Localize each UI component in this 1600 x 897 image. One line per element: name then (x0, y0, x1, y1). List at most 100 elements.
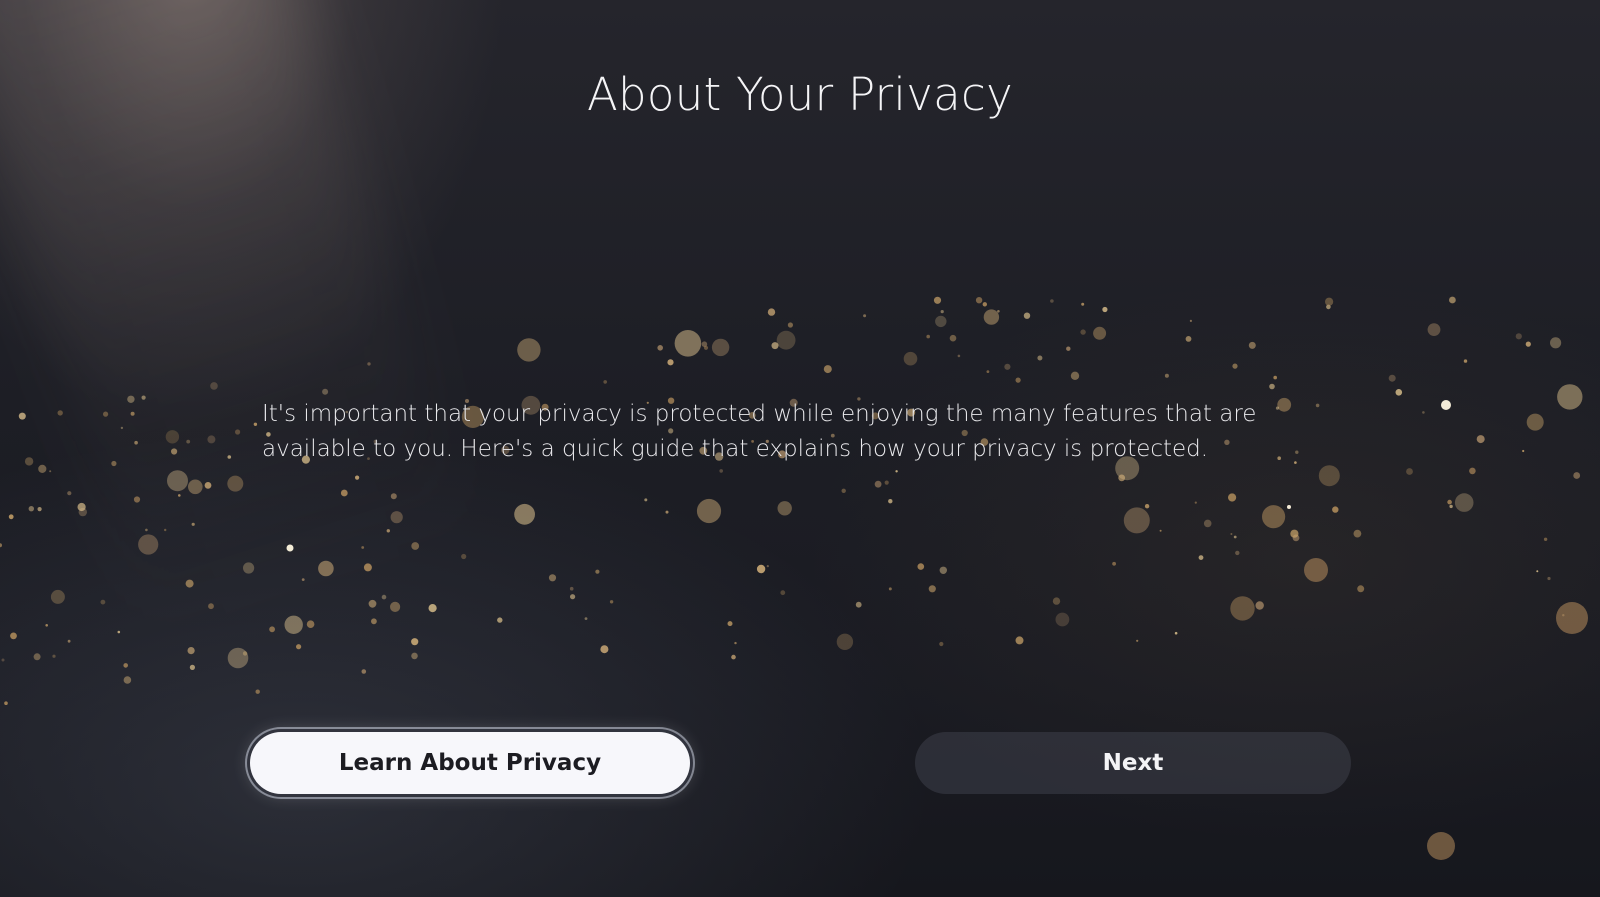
bokeh-particle (703, 345, 709, 350)
bokeh-particle (1292, 534, 1300, 542)
bokeh-particle (10, 632, 17, 640)
bokeh-particle (411, 638, 419, 646)
bokeh-particle (1052, 597, 1061, 605)
bokeh-highlight (1304, 558, 1328, 582)
next-button[interactable]: Next (915, 732, 1351, 794)
bokeh-particle (584, 617, 588, 620)
bokeh-particle (874, 480, 882, 488)
bokeh-particle (939, 641, 944, 647)
bokeh-particle (390, 493, 397, 500)
bokeh-particle (111, 460, 117, 467)
bokeh-particle (1427, 323, 1441, 336)
bokeh-particle (767, 308, 776, 316)
bokeh-particle (227, 455, 232, 459)
bokeh-particle (242, 651, 248, 656)
bokeh-particle (1, 658, 5, 662)
bokeh-particle (390, 601, 401, 613)
bokeh-particle (428, 604, 437, 613)
bokeh-particle (227, 475, 244, 492)
bokeh-particle (127, 395, 135, 403)
bokeh-particle (227, 647, 249, 669)
bokeh-particle (171, 448, 178, 455)
bokeh-particle (1055, 612, 1070, 627)
bokeh-particle (1189, 319, 1192, 322)
bokeh-particle (888, 499, 893, 504)
bokeh-particle (210, 382, 218, 390)
bokeh-particle (1325, 297, 1334, 306)
bokeh-particle (390, 511, 403, 524)
bokeh-particle (386, 529, 390, 533)
bokeh-particle (1004, 363, 1011, 370)
bokeh-particle (569, 586, 574, 591)
bokeh-particle (719, 469, 723, 473)
bokeh-particle (1388, 374, 1396, 382)
bokeh-particle (603, 380, 607, 384)
bokeh-particle (1144, 504, 1150, 509)
bokeh-particle (841, 488, 846, 493)
bokeh-particle (674, 330, 702, 357)
bokeh-particle (187, 647, 195, 655)
bokeh-particle (1093, 326, 1107, 340)
bokeh-particle (1080, 329, 1086, 335)
bokeh-particle (983, 309, 1000, 325)
bokeh-particle (243, 562, 255, 574)
bokeh-particle (1525, 341, 1531, 347)
bokeh-particle (188, 479, 203, 495)
bokeh-particle (33, 653, 41, 661)
bokeh-particle (1526, 413, 1544, 431)
bokeh-particle (1185, 336, 1192, 342)
bokeh-particle (1449, 504, 1453, 509)
bokeh-particle (600, 645, 609, 654)
bokeh-particle (895, 470, 898, 473)
learn-about-privacy-button[interactable]: Learn About Privacy (250, 732, 690, 794)
bokeh-particle (1203, 519, 1212, 528)
bokeh-particle (863, 314, 867, 318)
bokeh-particle (667, 359, 674, 366)
bokeh-particle (4, 701, 8, 705)
bokeh-particle (1476, 435, 1485, 444)
bokeh-particle (296, 644, 302, 650)
bokeh-particle (734, 641, 737, 645)
bokeh-particle (371, 618, 377, 625)
bokeh-particle (178, 494, 181, 497)
privacy-description: It's important that your privacy is prot… (262, 401, 1257, 462)
bokeh-particle (120, 426, 124, 430)
bokeh-highlight (286, 544, 294, 552)
bokeh-particle (701, 341, 708, 348)
bokeh-particle (836, 633, 854, 650)
bokeh-particle (167, 470, 188, 492)
bokeh-highlight (1287, 505, 1291, 509)
bokeh-particle (164, 528, 167, 532)
bokeh-particle (1469, 467, 1476, 475)
bokeh-particle (191, 522, 195, 526)
bokeh-particle (461, 553, 467, 560)
bokeh-particle (355, 475, 360, 480)
bokeh-particle (0, 543, 2, 548)
bokeh-particle (1123, 507, 1150, 534)
bokeh-particle (1023, 312, 1031, 319)
bokeh-particle (957, 354, 961, 358)
bokeh-particle (727, 621, 733, 627)
bokeh-particle (975, 297, 983, 304)
bokeh-particle (1159, 529, 1162, 532)
bokeh-highlight (1427, 832, 1455, 860)
bokeh-particle (711, 338, 730, 357)
bokeh-particle (926, 334, 930, 339)
bokeh-particle (855, 601, 862, 608)
bokeh-particle (933, 296, 942, 304)
bokeh-particle (1269, 383, 1275, 390)
bokeh-particle (766, 565, 769, 568)
bokeh-particle (207, 435, 216, 444)
bokeh-particle (1463, 359, 1468, 363)
bokeh-particle (1332, 506, 1339, 513)
bokeh-particle (1174, 631, 1178, 635)
bokeh-particle (145, 528, 148, 532)
bokeh-particle (917, 563, 925, 570)
bokeh-particle (411, 542, 420, 550)
bokeh-particle (78, 507, 88, 517)
bokeh-particle (1230, 533, 1233, 535)
bokeh-highlight (1441, 400, 1451, 410)
bokeh-particle (1395, 389, 1403, 396)
bokeh-particle (665, 510, 669, 514)
bokeh-particle (903, 351, 918, 366)
